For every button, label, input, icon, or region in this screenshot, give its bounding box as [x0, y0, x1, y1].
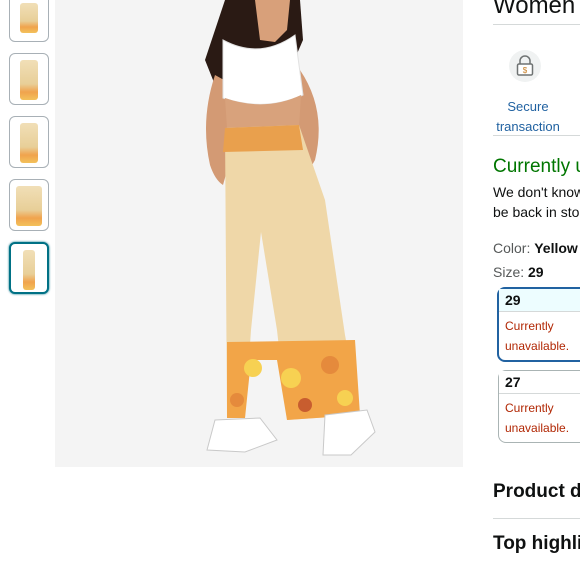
color-selection: Color: Yellow	[493, 240, 578, 256]
availability-note: We don't know be back in stoc	[493, 182, 580, 222]
thumbnail-image	[20, 123, 38, 163]
availability-note-line1: We don't know	[493, 184, 580, 200]
thumbnail-3[interactable]	[9, 116, 49, 168]
color-value: Yellow	[534, 240, 578, 256]
size-option-27[interactable]: 27 Currently unavailable.	[498, 370, 580, 443]
top-highlights-heading: Top highli	[493, 533, 580, 554]
size-option-status-line2: unavailable.	[505, 421, 570, 435]
product-details-heading: Product d	[493, 481, 580, 502]
svg-text:$: $	[523, 66, 528, 75]
thumbnail-1[interactable]	[9, 0, 49, 42]
product-title: Women	[493, 0, 576, 19]
main-product-image[interactable]	[55, 0, 463, 467]
size-option-number: 29	[499, 289, 580, 312]
availability-status: Currently u	[493, 156, 580, 177]
size-label: Size:	[493, 264, 529, 280]
color-label: Color:	[493, 240, 535, 256]
divider	[493, 135, 580, 136]
thumbnail-5[interactable]	[9, 242, 49, 294]
size-option-status: Currently unavailable.	[499, 394, 580, 442]
divider	[493, 24, 580, 25]
thumbnail-image	[16, 186, 42, 226]
thumbnail-4[interactable]	[9, 179, 49, 231]
secure-transaction-link[interactable]: Secure transaction	[493, 97, 563, 137]
size-option-29[interactable]: 29 Currently unavailable.	[497, 287, 580, 362]
thumbnail-image	[20, 60, 38, 100]
size-option-status-line2: unavailable.	[505, 339, 570, 353]
size-option-status: Currently unavailable.	[499, 312, 580, 360]
thumbnail-list	[9, 0, 51, 305]
size-option-number: 27	[499, 371, 580, 394]
size-value: 29	[528, 264, 544, 280]
divider	[493, 518, 580, 519]
lock-icon: $	[509, 50, 541, 82]
size-option-status-line1: Currently	[505, 319, 554, 333]
thumbnail-2[interactable]	[9, 53, 49, 105]
thumbnail-image	[20, 3, 38, 33]
size-selection: Size: 29	[493, 264, 544, 280]
size-option-status-line1: Currently	[505, 401, 554, 415]
availability-note-line2: be back in stoc	[493, 204, 580, 220]
thumbnail-image	[23, 250, 35, 290]
model-illustration	[205, 0, 376, 456]
